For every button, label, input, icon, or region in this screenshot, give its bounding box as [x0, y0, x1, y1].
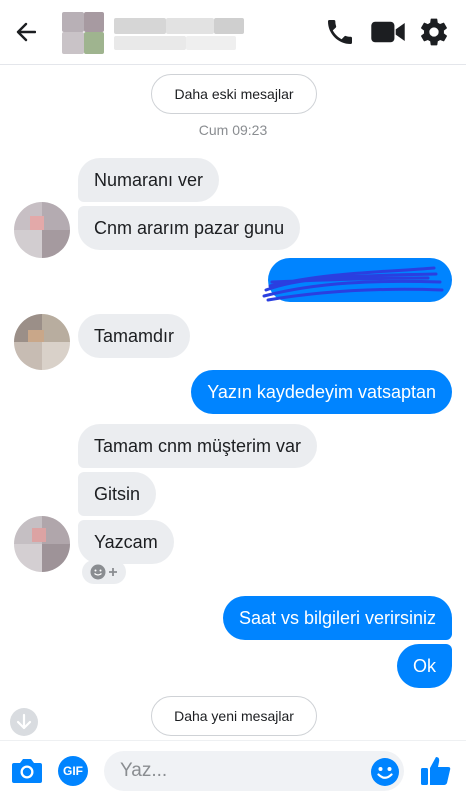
arrow-left-icon[interactable] [14, 20, 36, 44]
message-composer: GIF Yaz... [0, 740, 466, 801]
message-bubble-outgoing-redacted[interactable] [262, 258, 452, 302]
message-bubble-incoming[interactable]: Gitsin [78, 472, 157, 516]
message-timestamp: Cum 09:23 [198, 122, 268, 138]
add-reaction-button[interactable] [82, 560, 126, 584]
thumbs-up-icon[interactable] [418, 753, 454, 789]
smiley-icon [90, 564, 106, 580]
message-bubble-incoming[interactable]: Tamamdır [78, 314, 191, 358]
message-bubble-outgoing[interactable]: Saat vs bilgileri verirsiniz [222, 596, 452, 640]
redaction-scribble [262, 266, 444, 302]
video-camera-icon[interactable] [370, 16, 406, 48]
phone-icon[interactable] [324, 16, 356, 48]
load-older-messages-button[interactable]: Daha eski mesajlar [151, 74, 317, 114]
message-bubble-outgoing[interactable]: Yazın kaydedeyim vatsaptan [191, 370, 452, 414]
contact-avatar[interactable] [14, 516, 70, 572]
scroll-to-bottom-button[interactable] [10, 708, 38, 736]
message-bubble-outgoing[interactable]: Ok [396, 644, 452, 688]
message-bubble-incoming[interactable]: Yazcam [78, 520, 174, 564]
smiley-icon[interactable] [370, 757, 400, 787]
arrow-down-icon [16, 713, 32, 730]
chat-header [0, 0, 466, 65]
contact-avatar[interactable] [14, 202, 70, 258]
gif-button[interactable]: GIF [58, 756, 88, 786]
gear-icon[interactable] [418, 16, 450, 48]
plus-icon [109, 568, 117, 576]
camera-icon[interactable] [10, 755, 44, 787]
message-bubble-incoming[interactable]: Cnm ararım pazar gunu [78, 206, 301, 250]
contact-avatar[interactable] [14, 314, 70, 370]
message-input[interactable]: Yaz... [104, 751, 404, 791]
message-bubble-incoming[interactable]: Tamam cnm müşterim var [78, 424, 318, 468]
message-bubble-incoming[interactable]: Numaranı ver [78, 158, 220, 202]
load-newer-messages-button[interactable]: Daha yeni mesajlar [151, 696, 317, 736]
